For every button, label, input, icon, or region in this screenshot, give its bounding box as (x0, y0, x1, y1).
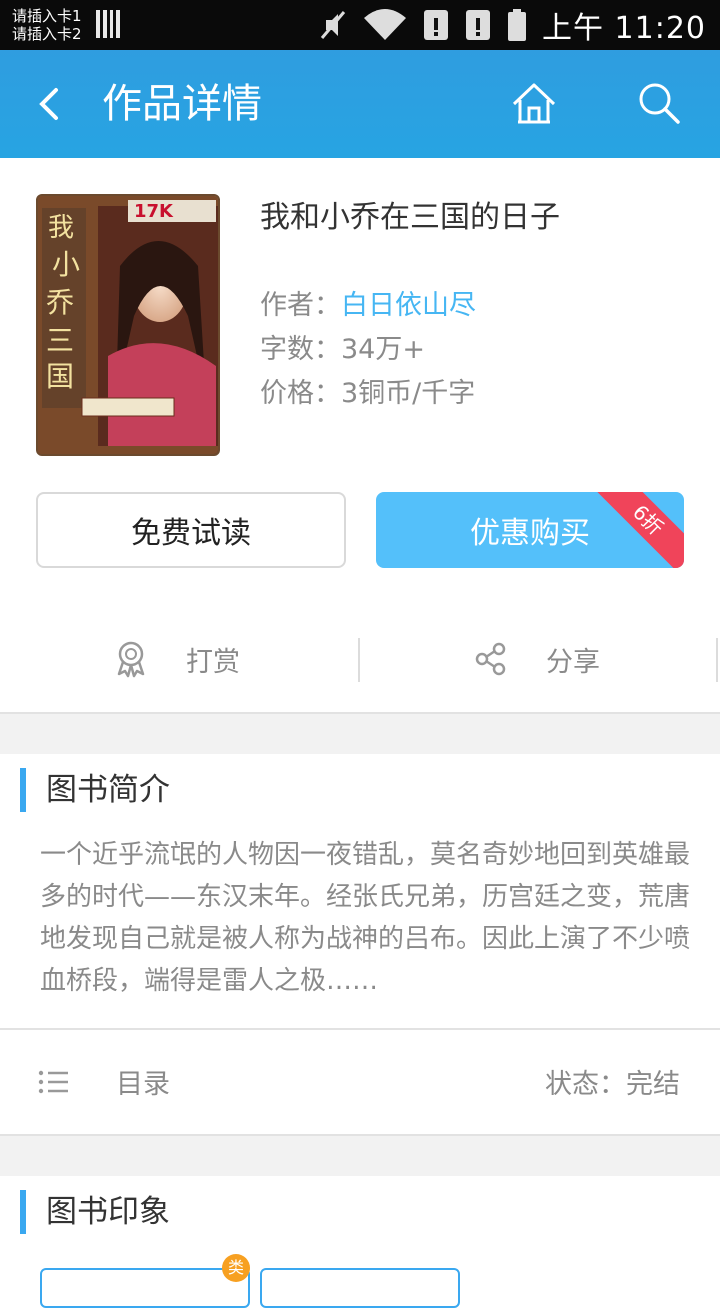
battery-icon (508, 9, 526, 41)
author-link[interactable]: 白日依山尽 (341, 290, 476, 321)
book-cover-image[interactable]: 我 小 乔 三 国 17K (36, 194, 220, 456)
free-read-button[interactable]: 免费试读 (36, 492, 346, 568)
section-gap (0, 712, 720, 754)
share-icon (475, 642, 506, 676)
status-icons: 上午 11:20 (318, 0, 706, 50)
word-count-label: 字数： (260, 334, 341, 365)
page-title: 作品详情 (102, 81, 262, 127)
clock: 上午 11:20 (542, 11, 706, 46)
wifi-icon (364, 9, 406, 40)
list-icon (38, 1070, 68, 1094)
sim-alert-icon (466, 10, 490, 40)
impression-tag[interactable] (40, 1268, 250, 1308)
cover-art: 我 小 乔 三 国 17K (38, 196, 218, 454)
divider (358, 638, 360, 682)
signal-icon (96, 10, 120, 38)
price-row: 价格：3铜币/千字 (260, 374, 475, 414)
sim-status: 请插入卡1 请插入卡2 (12, 7, 82, 43)
divider (0, 1028, 720, 1030)
home-icon[interactable] (508, 76, 560, 132)
price-value: 3铜币/千字 (341, 378, 476, 409)
word-count-row: 字数：34万+ (260, 330, 425, 370)
status-bar: 请插入卡1 请插入卡2 上午 11:20 (0, 0, 720, 50)
discount-ribbon: 6折 (587, 492, 684, 568)
author-label: 作者： (260, 290, 341, 321)
sim2-text: 请插入卡2 (12, 25, 82, 43)
author-row: 作者：白日依山尽 (260, 286, 476, 326)
share-button[interactable]: 分享 (474, 624, 600, 694)
toc-row[interactable]: 目录 状态：完结 (0, 1050, 720, 1114)
app-header: 作品详情 (0, 50, 720, 158)
buy-button-label: 优惠购买 (470, 516, 590, 551)
cover-brand: 17K (134, 201, 174, 222)
reward-label: 打赏 (186, 646, 240, 678)
price-label: 价格： (260, 378, 341, 409)
toc-label: 目录 (116, 1069, 170, 1100)
divider (716, 638, 718, 682)
award-icon (117, 641, 145, 678)
section-gap (0, 1134, 720, 1176)
svg-text:国: 国 (46, 360, 74, 393)
book-title: 我和小乔在三国的日子 (260, 200, 560, 235)
reward-button[interactable]: 打赏 (114, 624, 240, 694)
svg-text:小: 小 (52, 248, 80, 281)
impression-tag[interactable] (260, 1268, 460, 1308)
buy-button[interactable]: 优惠购买 6折 (376, 492, 684, 568)
mute-icon (320, 11, 346, 39)
search-icon[interactable] (632, 76, 688, 132)
word-count-value: 34万+ (341, 334, 425, 365)
impression-heading: 图书印象 (20, 1190, 170, 1234)
svg-text:三: 三 (46, 324, 74, 357)
back-arrow-icon[interactable] (26, 76, 76, 132)
svg-text:我: 我 (48, 213, 74, 243)
svg-text:乔: 乔 (46, 286, 74, 319)
completion-status: 状态：完结 (545, 1069, 680, 1100)
sim-alert-icon (424, 10, 448, 40)
intro-text[interactable]: 一个近乎流氓的人物因一夜错乱，莫名奇妙地回到英雄最多的时代——东汉末年。经张氏兄… (40, 834, 690, 1002)
sim1-text: 请插入卡1 (12, 7, 82, 25)
share-label: 分享 (546, 646, 600, 678)
intro-heading: 图书简介 (20, 768, 170, 812)
category-badge: 类 (222, 1254, 250, 1282)
